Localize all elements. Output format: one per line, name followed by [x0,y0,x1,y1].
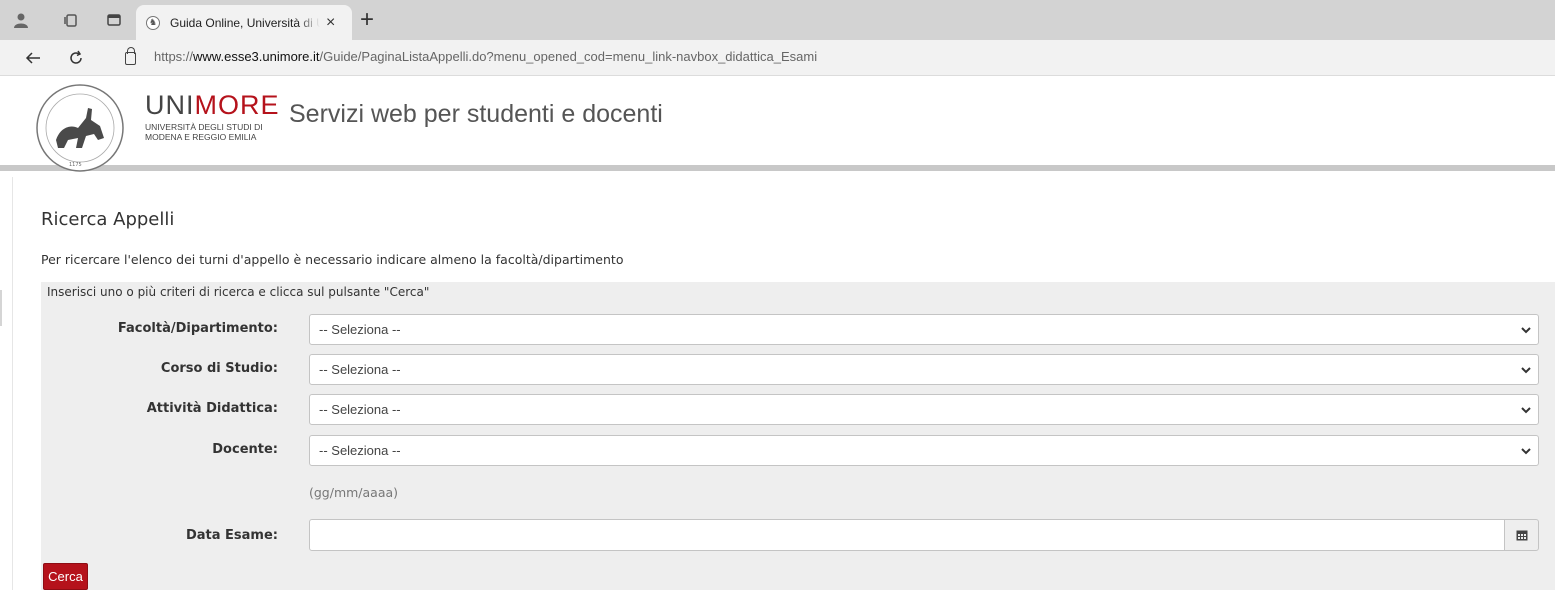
back-arrow-icon[interactable] [21,46,45,70]
lock-icon[interactable] [125,47,136,65]
docente-label: Docente: [212,442,278,457]
search-instruction: Per ricercare l'elenco dei turni d'appel… [41,252,624,267]
field-row-corso: Corso di Studio: -- Seleziona -- [41,354,1555,385]
brand-subtitle-line-1: UNIVERSITÀ DEGLI STUDI DI [145,122,263,132]
page-title: Ricerca Appelli [41,209,175,230]
scrollbar-marker[interactable] [0,290,2,326]
brand-subtitle-line-2: MODENA E REGGIO EMILIA [145,132,257,142]
attivita-select[interactable]: -- Seleziona -- [309,394,1539,425]
corso-select-value: -- Seleziona -- [319,362,401,377]
refresh-icon[interactable] [64,46,88,70]
docente-select[interactable]: -- Seleziona -- [309,435,1539,466]
chevron-down-icon [1521,367,1531,374]
site-favicon-icon: ♞ [146,15,160,30]
profile-icon[interactable] [11,10,31,30]
tab-close-icon[interactable]: × [326,14,335,32]
field-row-attivita: Attività Didattica: -- Seleziona -- [41,394,1555,425]
docente-select-value: -- Seleziona -- [319,443,401,458]
data-esame-label: Data Esame: [185,528,278,543]
field-row-facolta: Facoltà/Dipartimento: -- Seleziona -- [41,314,1555,345]
calendar-icon [1516,530,1527,541]
facolta-label: Facoltà/Dipartimento: [117,321,278,336]
tab-guida-online[interactable]: ♞ Guida Online, Università di UNIMORE × [136,5,352,40]
chevron-down-icon [1521,448,1531,455]
facolta-select[interactable]: -- Seleziona -- [309,314,1539,345]
new-tab-button[interactable]: + [360,6,374,34]
page-divider [12,177,13,590]
university-brand[interactable]: UNIMORE UNIVERSITÀ DEGLI STUDI DI MODENA… [145,90,280,142]
facolta-select-value: -- Seleziona -- [319,322,401,337]
search-form-panel: Inserisci uno o più criteri di ricerca e… [41,282,1555,590]
corso-label: Corso di Studio: [160,361,278,376]
browser-address-bar: https://www.esse3.unimore.it/Guide/Pagin… [0,40,1555,76]
panel-hint: Inserisci uno o più criteri di ricerca e… [47,285,430,299]
data-esame-input[interactable] [309,519,1505,551]
chevron-down-icon [1521,327,1531,334]
attivita-select-value: -- Seleziona -- [319,402,401,417]
browser-tab-bar: ♞ Guida Online, Università di UNIMORE × … [0,0,1555,40]
tab-title: Guida Online, Università di UNIMORE [170,15,320,30]
url-field[interactable]: https://www.esse3.unimore.it/Guide/Pagin… [154,49,817,64]
site-title: Servizi web per studenti e docenti [289,100,663,128]
brand-name: UNIMORE [145,90,280,120]
field-row-docente: Docente: -- Seleziona -- [41,435,1555,466]
site-header: 1175 UNIMORE UNIVERSITÀ DEGLI STUDI DI M… [0,76,1555,174]
chevron-down-icon [1521,407,1531,414]
attivita-label: Attività Didattica: [146,401,278,416]
date-format-hint: (gg/mm/aaaa) [309,485,399,500]
seal-year: 1175 [69,162,82,168]
cerca-button[interactable]: Cerca [43,563,88,590]
collections-icon[interactable] [61,10,81,30]
calendar-button[interactable] [1504,519,1539,551]
tab-actions-icon[interactable] [104,10,124,30]
university-seal-logo[interactable]: 1175 [34,82,126,174]
corso-select[interactable]: -- Seleziona -- [309,354,1539,385]
